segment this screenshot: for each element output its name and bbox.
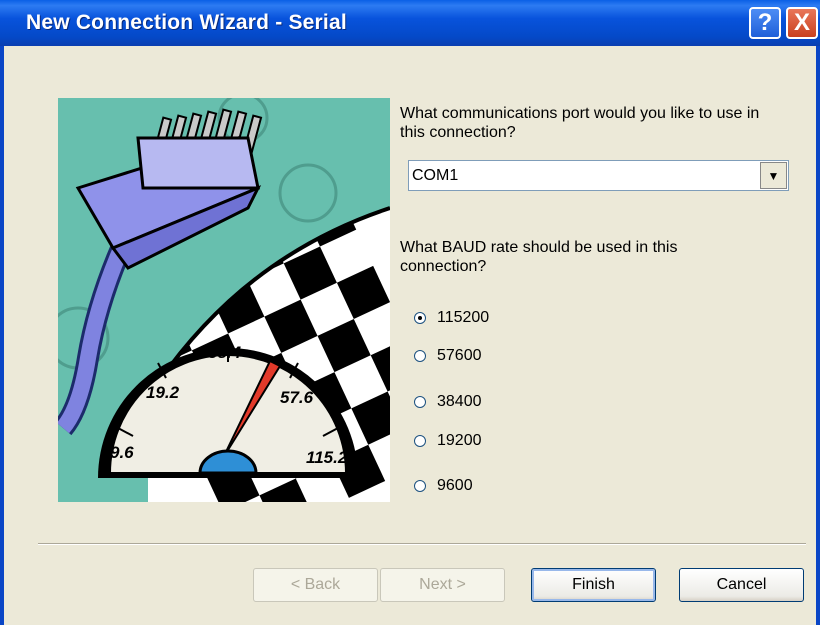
baud-option-label: 19200 <box>437 432 482 449</box>
footer-divider <box>38 543 806 545</box>
baud-option-57600[interactable]: 57600 <box>414 344 482 368</box>
cancel-button[interactable]: Cancel <box>679 568 804 602</box>
baud-option-115200[interactable]: 115200 <box>414 306 489 330</box>
gauge-label-38-4: 38.4 <box>208 343 242 362</box>
radio-button[interactable] <box>414 435 426 447</box>
close-button[interactable]: X <box>786 7 818 39</box>
next-button[interactable]: Next > <box>380 568 505 602</box>
help-button[interactable]: ? <box>749 7 781 39</box>
port-select-value: COM1 <box>412 167 459 184</box>
baud-option-19200[interactable]: 19200 <box>414 429 482 453</box>
radio-button[interactable] <box>414 396 426 408</box>
window-title: New Connection Wizard - Serial <box>26 11 347 34</box>
title-bar[interactable]: New Connection Wizard - Serial ? X <box>0 0 820 46</box>
port-question: What communications port would you like … <box>400 105 760 141</box>
baud-option-label: 38400 <box>437 393 482 410</box>
gauge-label-115-2: 115.2 <box>306 448 348 467</box>
baud-question: What BAUD rate should be used in this co… <box>400 239 678 275</box>
wizard-illustration: 9.6 19.2 38.4 57.6 115.2 <box>58 98 390 502</box>
radio-button[interactable] <box>414 480 426 492</box>
baud-option-9600[interactable]: 9600 <box>414 474 473 498</box>
chevron-down-icon[interactable]: ▼ <box>760 162 787 189</box>
baud-option-label: 9600 <box>437 477 473 494</box>
serial-connector-icon <box>75 108 263 270</box>
back-button[interactable]: < Back <box>253 568 378 602</box>
radio-button[interactable] <box>414 350 426 362</box>
window-frame-left <box>0 46 4 625</box>
gauge-label-19-2: 19.2 <box>146 383 180 402</box>
gauge-label-9-6: 9.6 <box>110 443 134 462</box>
finish-button[interactable]: Finish <box>531 568 656 602</box>
baud-option-label: 57600 <box>437 347 482 364</box>
gauge-label-57-6: 57.6 <box>280 388 314 407</box>
help-icon: ? <box>757 9 773 36</box>
illustration-svg: 9.6 19.2 38.4 57.6 115.2 <box>58 98 390 502</box>
port-select[interactable]: COM1 ▼ <box>408 160 789 191</box>
close-icon: X <box>793 9 810 36</box>
baud-option-label: 115200 <box>437 309 490 326</box>
baud-option-38400[interactable]: 38400 <box>414 390 482 414</box>
window-frame-right <box>816 46 820 625</box>
radio-button[interactable] <box>414 312 426 324</box>
